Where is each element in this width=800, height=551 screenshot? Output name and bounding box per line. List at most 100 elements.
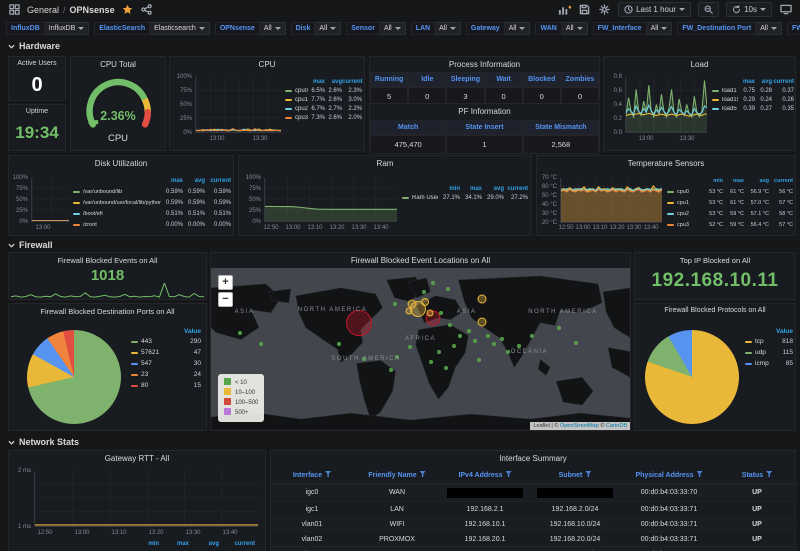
legend-series-cpu1[interactable]: cpu1 7.7% 2.6% 3.0%	[285, 95, 362, 104]
column-header-interface[interactable]: Interface	[271, 467, 353, 484]
legend-port-57621[interactable]: 57621 47	[131, 347, 201, 358]
panel-title[interactable]: Active Users	[9, 57, 65, 71]
legend-proto-icmp[interactable]: icmp 85	[745, 358, 793, 369]
legend-series-cpu3[interactable]: cpu3 7.3% 2.6% 2.0%	[285, 113, 362, 122]
legend-port-443[interactable]: 443 290	[131, 336, 201, 347]
panel-title[interactable]: Firewall Blocked Protocols on All	[635, 304, 795, 318]
favorite-star-icon[interactable]	[121, 3, 134, 16]
refresh-button[interactable]: 10s	[726, 2, 772, 17]
legend-series-load1[interactable]: load1 0.75 0.28 0.37	[712, 86, 794, 95]
filter-icon[interactable]	[325, 471, 332, 477]
variable-dropdown[interactable]: All	[504, 22, 531, 35]
save-dashboard-icon[interactable]	[578, 3, 591, 16]
variable-dropdown[interactable]: All	[315, 22, 342, 35]
filter-icon[interactable]	[419, 471, 426, 477]
section-network-stats[interactable]: Network Stats	[8, 437, 79, 447]
legend-port-23[interactable]: 23 24	[131, 369, 201, 380]
legend-series-disk0[interactable]: /var/unbound/lib 0.59% 0.59% 0.59%	[73, 186, 231, 197]
variable-dropdown[interactable]: InfluxDB	[44, 22, 90, 35]
legend-series-load15[interactable]: load150.290.240.26	[712, 95, 794, 104]
column-header-subnet[interactable]: Subnet	[529, 467, 621, 484]
filter-icon[interactable]	[766, 471, 773, 477]
column-header-physical-address[interactable]: Physical Address	[621, 467, 717, 484]
panel-title[interactable]: Temperature Sensors	[537, 156, 795, 170]
legend-series-load5[interactable]: load5 0.39 0.27 0.35	[712, 104, 794, 113]
variable-dropdown[interactable]: All	[379, 22, 406, 35]
variable-disk: Disk All	[290, 22, 342, 35]
variable-elasticsearch: ElasticSearch Elasticsearch	[94, 22, 210, 35]
legend-port-80[interactable]: 80 15	[131, 380, 201, 391]
breadcrumb[interactable]: General / OPNsense	[27, 5, 115, 15]
cartodb-link[interactable]: CartoDB	[606, 423, 627, 429]
section-hardware[interactable]: Hardware	[8, 41, 60, 51]
legend-series-cpu0[interactable]: cpu0 6.5% 2.6% 2.3%	[285, 86, 362, 95]
settings-gear-icon[interactable]	[598, 3, 611, 16]
column-header[interactable]: Match	[370, 120, 447, 135]
variable-dropdown[interactable]: All	[561, 22, 588, 35]
breadcrumb-folder[interactable]: General	[27, 5, 59, 15]
variable-lan: LAN All	[410, 22, 461, 35]
legend-proto-tcp[interactable]: tcp 818	[745, 336, 793, 347]
section-firewall[interactable]: Firewall	[8, 240, 53, 250]
column-header-friendly-name[interactable]: Friendly Name	[353, 467, 441, 484]
filter-icon[interactable]	[696, 471, 703, 477]
variable-dropdown[interactable]: All	[646, 22, 673, 35]
panel-title[interactable]: Ram	[239, 156, 531, 170]
column-header-ipv4[interactable]: IPv4 Address	[441, 467, 529, 484]
dashboards-grid-icon[interactable]	[8, 3, 21, 16]
filter-icon[interactable]	[585, 471, 592, 477]
panel-title[interactable]: Top IP Blocked on All	[635, 253, 795, 267]
legend-series-ram-used[interactable]: Ram Used 27.1% 34.1% 29.0% 27.2%	[402, 193, 528, 202]
osm-link[interactable]: OpenStreetMap	[560, 423, 599, 429]
cycle-view-mode-icon[interactable]	[779, 3, 792, 16]
column-header[interactable]: Blocked	[522, 72, 561, 87]
legend-series-cpu3[interactable]: cpu3 52 °C 59 °C 56.4 °C 57 °C	[667, 219, 793, 230]
variable-dropdown[interactable]: All	[435, 22, 461, 35]
column-header-status[interactable]: Status	[717, 467, 797, 484]
time-range-picker[interactable]: Last 1 hour	[618, 2, 692, 17]
panel-title[interactable]: Firewall Blocked Events on All	[9, 253, 206, 267]
legend-proto-udp[interactable]: udp 115	[745, 347, 793, 358]
legend-series-disk1[interactable]: /var/unbound/usr/local/lib/python3.110.5…	[73, 197, 231, 208]
panel-title[interactable]: Process Information	[370, 57, 599, 71]
panel-title[interactable]: Disk Utilization	[9, 156, 233, 170]
panel-title[interactable]: CPU Total	[71, 57, 165, 71]
breadcrumb-dashboard[interactable]: OPNsense	[70, 5, 115, 15]
blocked-protocols-pie[interactable]	[645, 330, 739, 424]
panel-title[interactable]: Gateway RTT - All	[9, 451, 265, 465]
variable-dropdown[interactable]: All	[756, 22, 782, 35]
zoom-out-time-button[interactable]	[698, 2, 720, 17]
blocked-events-sparkline	[11, 283, 204, 298]
column-header[interactable]: Zombies	[560, 72, 599, 87]
legend-series-cpu2[interactable]: cpu2 53 °C 59 °C 57.1 °C 58 °C	[667, 208, 793, 219]
panel-title[interactable]: PF Information	[370, 104, 599, 118]
legend-series-cpu2[interactable]: cpu2 6.7% 2.7% 2.2%	[285, 104, 362, 113]
column-header[interactable]: State Mismatch	[522, 120, 599, 135]
load-legend: maxavgcurrent load10.750.280.37 load150.…	[712, 77, 794, 113]
legend-series-disk3[interactable]: /zroot 0.00% 0.00% 0.00%	[73, 219, 231, 230]
column-header[interactable]: Sleeping	[446, 72, 485, 87]
share-icon[interactable]	[140, 3, 153, 16]
legend-series-cpu0[interactable]: cpu0 53 °C 61 °C 56.9 °C 56 °C	[667, 186, 793, 197]
blocked-ports-pie[interactable]	[27, 330, 121, 424]
panel-title[interactable]: Load	[604, 57, 795, 71]
world-map[interactable]: ASIA NORTH AMERICA ASIA AFRICA SOUTH AMERICA…	[211, 268, 630, 430]
legend-series-disk2[interactable]: /boot/efi 0.51% 0.51% 0.51%	[73, 208, 231, 219]
column-header[interactable]: Wait	[484, 72, 523, 87]
panel-title[interactable]: Interface Summary	[271, 451, 795, 465]
variable-dropdown[interactable]: Elasticsearch	[150, 22, 210, 35]
add-panel-icon[interactable]	[558, 3, 572, 16]
map-zoom-out-button[interactable]: −	[218, 292, 233, 307]
panel-title[interactable]: Uptime	[9, 105, 65, 119]
map-zoom-in-button[interactable]: +	[218, 275, 233, 290]
column-header[interactable]: State Insert	[446, 120, 523, 135]
column-header[interactable]: Idle	[408, 72, 447, 87]
panel-title[interactable]: CPU	[170, 57, 364, 71]
filter-icon[interactable]	[505, 471, 512, 477]
legend-series-cpu1[interactable]: cpu1 53 °C 61 °C 57.0 °C 57 °C	[667, 197, 793, 208]
column-header[interactable]: Running	[370, 72, 409, 87]
variable-dropdown[interactable]: All	[259, 22, 286, 35]
legend-port-547[interactable]: 547 30	[131, 358, 201, 369]
panel-title[interactable]: Firewall Blocked Destination Ports on Al…	[9, 304, 206, 318]
panel-title[interactable]: Firewall Blocked Event Locations on All	[211, 253, 630, 267]
